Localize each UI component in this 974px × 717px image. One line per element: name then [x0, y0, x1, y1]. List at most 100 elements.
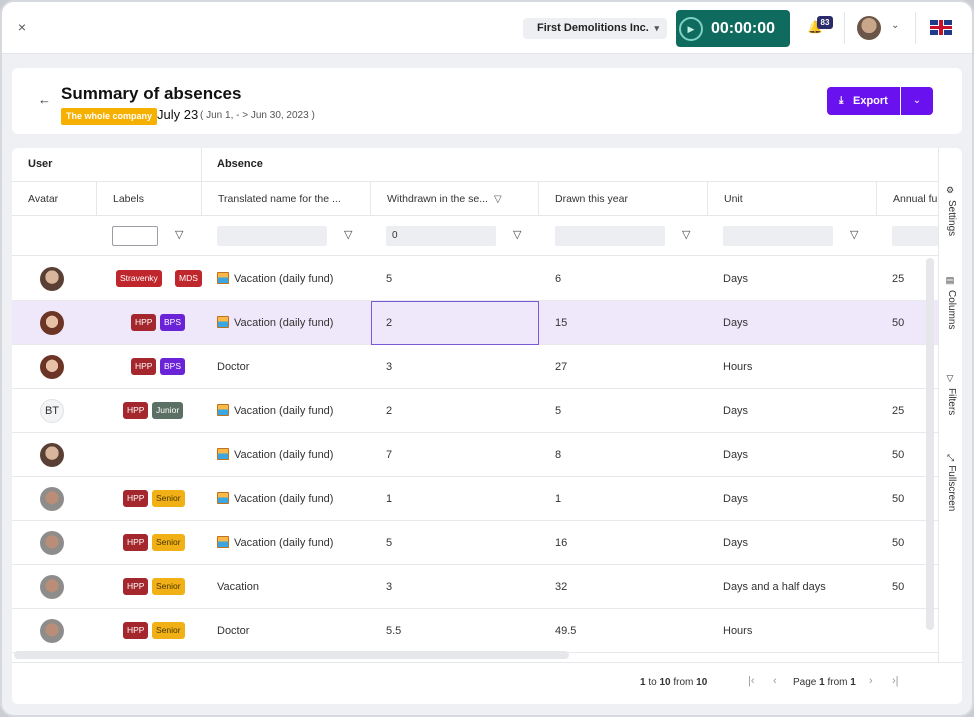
absence-name-cell: Vacation (daily fund): [217, 257, 333, 301]
label-tag: Senior: [152, 578, 185, 595]
chevron-down-icon: ⌄: [912, 95, 922, 106]
export-dropdown-button[interactable]: ⌄: [901, 87, 933, 115]
app-window: × First Demolitions Inc. ▾ ▶ 00:00:00 🔔 …: [0, 0, 974, 717]
drawn-cell: 1: [555, 493, 562, 505]
labels-cell: HPP Senior: [108, 565, 202, 609]
withdrawn-cell: 1: [386, 493, 393, 505]
table-row[interactable]: HPP Senior Doctor 5.5 49.5 Hours: [12, 609, 938, 653]
side-tab-label: Columns: [946, 290, 957, 330]
table-row[interactable]: Vacation (daily fund) 7 8 Days 50: [12, 433, 938, 477]
name-filter-input[interactable]: [217, 226, 327, 246]
label-tag: HPP: [123, 622, 149, 639]
absence-name-cell: Vacation: [217, 565, 259, 609]
table-row[interactable]: HPP BPS Vacation (daily fund) 2 15 Days 50: [12, 301, 938, 345]
label-tag: BPS: [160, 314, 186, 331]
col-header-label: Translated name for the ...: [218, 193, 341, 205]
side-tool-panel: ⚙ Settings ▤ Columns ▽ Filters ⤢ Fullscreen: [938, 148, 962, 662]
columns-icon: ▤: [946, 276, 956, 286]
col-header-drawn[interactable]: Drawn this year: [539, 182, 708, 216]
labels-cell: HPP BPS: [108, 345, 202, 389]
absence-name: Vacation (daily fund): [234, 537, 334, 549]
annual-cell: 50: [892, 449, 905, 461]
vertical-scrollbar[interactable]: [926, 258, 934, 630]
prev-page-icon[interactable]: ‹: [773, 675, 777, 687]
fullscreen-icon: ⤢: [946, 454, 956, 462]
drawn-filter-input[interactable]: [555, 226, 665, 246]
annual-cell: 50: [892, 537, 905, 549]
unit-cell: Days: [723, 317, 749, 329]
drawn-cell: 5: [555, 405, 562, 417]
chevron-down-icon[interactable]: ⌄: [891, 20, 899, 31]
label-tag: Senior: [152, 490, 185, 507]
period-label: July 23: [157, 107, 199, 122]
filter-icon[interactable]: ▽: [513, 228, 521, 241]
vacation-icon: [217, 272, 229, 284]
last-page-icon[interactable]: ›|: [892, 675, 899, 687]
first-page-icon[interactable]: |‹: [748, 675, 755, 687]
side-tab-settings[interactable]: ⚙ Settings: [939, 186, 962, 236]
filter-active-icon: ▽: [493, 194, 502, 205]
export-button[interactable]: ⤓ Export: [827, 87, 900, 115]
absence-name-cell: Vacation (daily fund): [217, 477, 333, 521]
download-icon: ⤓: [839, 95, 844, 106]
annual-cell: 25: [892, 273, 905, 285]
filter-row: ▽ ▽ 0 ▽ ▽ ▽: [12, 216, 938, 256]
side-tab-columns[interactable]: ▤ Columns: [939, 276, 962, 329]
withdrawn-filter-input[interactable]: 0: [386, 226, 496, 246]
annual-filter-input[interactable]: [892, 226, 938, 246]
labels-cell: Stravenky MDS: [108, 257, 202, 301]
avatar: [40, 531, 64, 555]
col-header-labels[interactable]: Labels: [97, 182, 202, 216]
unit-filter-input[interactable]: [723, 226, 833, 246]
annual-cell: 50: [892, 493, 905, 505]
label-tag: BPS: [160, 358, 186, 375]
selected-cell[interactable]: [371, 301, 539, 345]
range-total: 10: [696, 677, 708, 688]
label-tag: HPP: [123, 578, 149, 595]
close-icon[interactable]: ×: [14, 18, 30, 36]
filter-icon[interactable]: ▽: [175, 228, 183, 241]
absence-name-cell: Vacation (daily fund): [217, 389, 333, 433]
back-arrow-icon[interactable]: ←: [38, 92, 51, 107]
absence-name: Vacation (daily fund): [234, 493, 334, 505]
avatar: BT: [40, 399, 64, 423]
filter-icon[interactable]: ▽: [850, 228, 858, 241]
absence-name-cell: Doctor: [217, 609, 249, 653]
unit-cell: Days: [723, 493, 749, 505]
company-select[interactable]: First Demolitions Inc. ▾: [523, 18, 667, 39]
user-avatar[interactable]: [857, 16, 881, 40]
label-tag: HPP: [123, 534, 149, 551]
table-row[interactable]: HPP Senior Vacation (daily fund) 1 1 Days 50: [12, 477, 938, 521]
unit-cell: Days: [723, 405, 749, 417]
scope-badge: The whole company: [61, 108, 158, 125]
side-tab-fullscreen[interactable]: ⤢ Fullscreen: [939, 454, 962, 511]
absence-name-cell: Vacation (daily fund): [217, 521, 333, 565]
chevron-down-icon: ▾: [654, 23, 659, 33]
col-header-label: Labels: [113, 193, 144, 205]
col-header-annual[interactable]: Annual fu: [877, 182, 938, 216]
table-row[interactable]: Stravenky MDS Vacation (daily fund) 5 6 Days 2…: [12, 257, 938, 301]
labels-filter-input[interactable]: [112, 226, 158, 246]
next-page-icon[interactable]: ›: [869, 675, 873, 687]
table-row[interactable]: HPP Senior Vacation 3 32 Days and a half days…: [12, 565, 938, 609]
withdrawn-cell: 3: [386, 581, 393, 593]
table-row[interactable]: HPP BPS Doctor 3 27 Hours: [12, 345, 938, 389]
col-header-withdrawn[interactable]: Withdrawn in the se... ▽: [371, 182, 539, 216]
col-header-unit[interactable]: Unit: [708, 182, 877, 216]
col-header-label: Annual fu: [893, 193, 938, 205]
withdrawn-cell: 5.5: [386, 625, 402, 637]
col-header-avatar[interactable]: Avatar: [12, 182, 97, 216]
absence-name: Doctor: [217, 361, 250, 373]
col-header-name[interactable]: Translated name for the ...: [202, 182, 371, 216]
side-tab-filters[interactable]: ▽ Filters: [939, 374, 962, 415]
play-icon[interactable]: ▶: [679, 17, 703, 41]
table-row[interactable]: BT HPP Junior Vacation (daily fund) 2 5 Days 25: [12, 389, 938, 433]
filter-icon[interactable]: ▽: [344, 228, 352, 241]
labels-cell: [108, 433, 202, 477]
filter-icon[interactable]: ▽: [682, 228, 690, 241]
language-flag-icon[interactable]: [930, 20, 952, 35]
vacation-icon: [217, 492, 229, 504]
row-range: 1 to 10 from 10: [640, 677, 707, 688]
horizontal-scrollbar[interactable]: [14, 651, 569, 659]
table-row[interactable]: HPP Senior Vacation (daily fund) 5 16 Days 50: [12, 521, 938, 565]
